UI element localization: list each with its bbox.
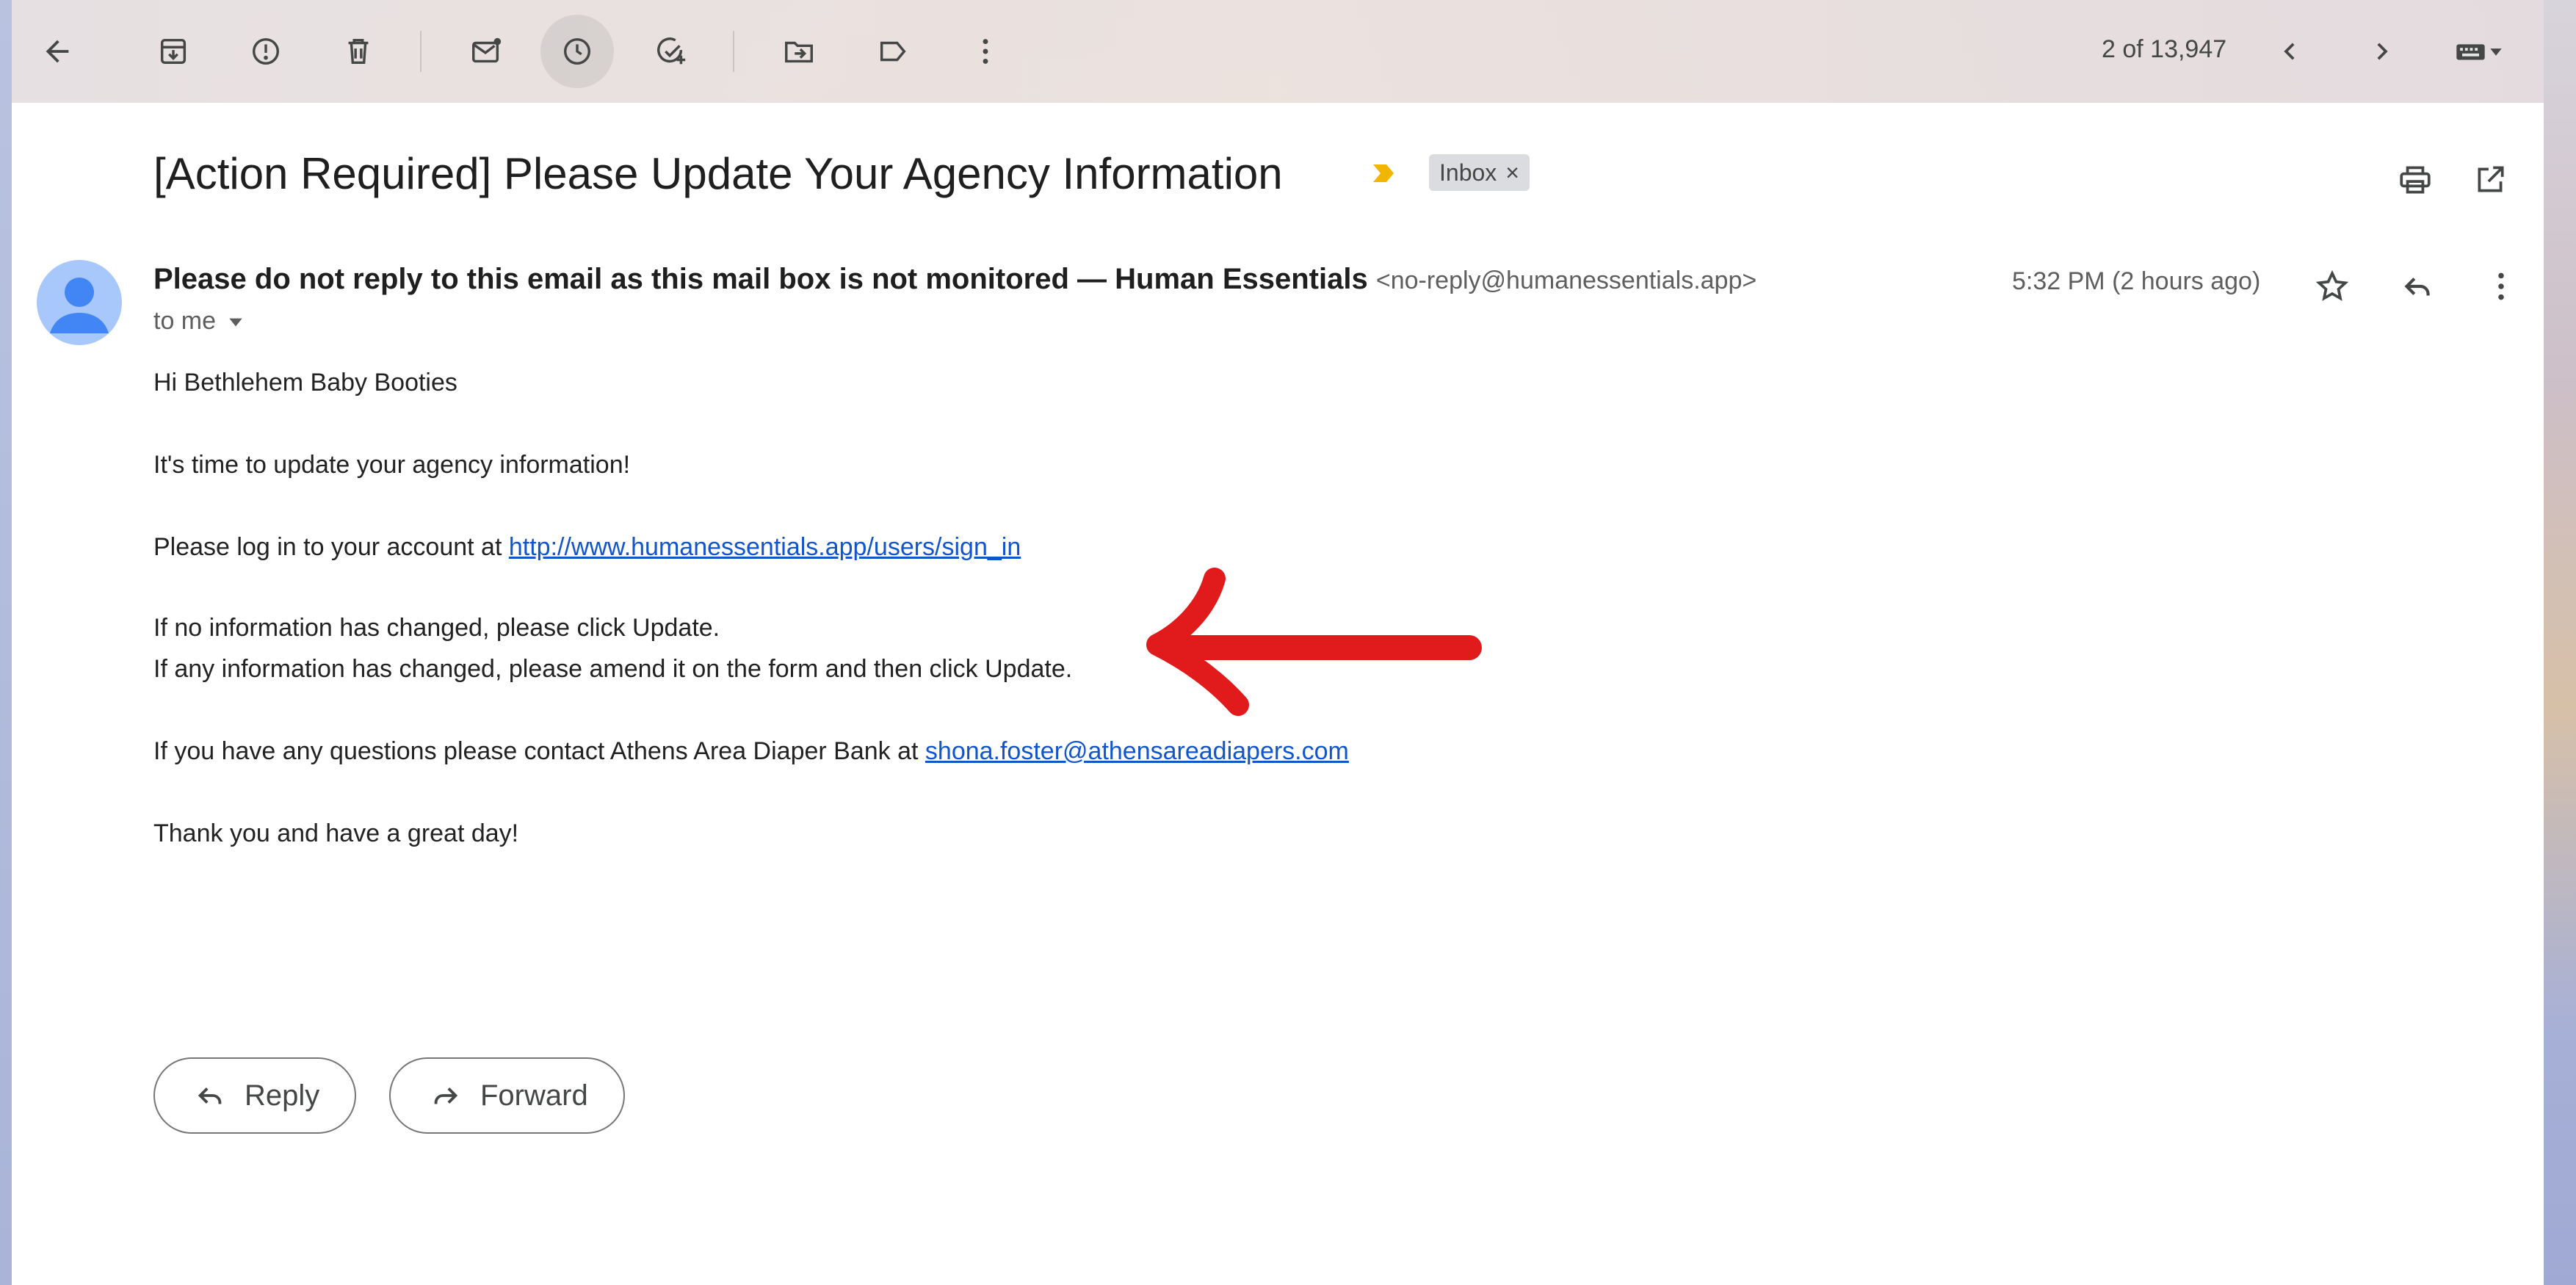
body-text-prefix: If you have any questions please contact… bbox=[153, 737, 925, 765]
reply-action-button[interactable]: Reply bbox=[153, 1057, 357, 1134]
label-text: Inbox bbox=[1439, 159, 1497, 186]
more-vert-icon bbox=[983, 39, 988, 64]
body-login-line: Please log in to your account at http://… bbox=[153, 533, 1021, 562]
input-tools-icon bbox=[2456, 44, 2502, 60]
pager-count: 2 of 13,947 bbox=[2102, 35, 2227, 63]
recipient-details-toggle[interactable]: to me bbox=[153, 307, 245, 336]
sender-avatar bbox=[37, 260, 122, 345]
print-icon bbox=[2400, 166, 2431, 194]
body-text-prefix: Please log in to your account at bbox=[153, 533, 509, 561]
newer-button[interactable] bbox=[2253, 15, 2326, 88]
contact-email-link[interactable]: shona.foster@athensareadiapers.com bbox=[925, 737, 1349, 765]
label-button[interactable] bbox=[856, 15, 930, 88]
red-annotation-arrow bbox=[1146, 568, 1482, 716]
body-line: It's time to update your agency informat… bbox=[153, 451, 631, 479]
archive-icon bbox=[160, 38, 187, 65]
add-to-tasks-button[interactable] bbox=[634, 15, 708, 88]
recipient-text: to me bbox=[153, 307, 217, 335]
chevron-down-icon bbox=[229, 318, 242, 326]
add-to-tasks-icon bbox=[657, 37, 686, 65]
reply-icon bbox=[198, 1087, 222, 1104]
message-more-button[interactable] bbox=[2472, 257, 2530, 316]
snooze-icon bbox=[563, 37, 591, 65]
open-new-window-button[interactable] bbox=[2464, 154, 2516, 206]
toolbar-divider bbox=[733, 31, 734, 72]
reply-button[interactable] bbox=[2388, 257, 2447, 316]
prev-icon bbox=[2284, 43, 2295, 60]
older-button[interactable] bbox=[2345, 15, 2419, 88]
mark-unread-button[interactable] bbox=[449, 15, 523, 88]
forward-icon bbox=[434, 1087, 458, 1104]
sender-email: <no-reply@humanessentials.app> bbox=[1375, 267, 1757, 294]
body-closing: Thank you and have a great day! bbox=[153, 819, 519, 847]
wallpaper-left bbox=[0, 0, 12, 1285]
next-icon bbox=[2377, 43, 2388, 60]
report-spam-icon bbox=[252, 37, 280, 65]
forward-label: Forward bbox=[480, 1079, 588, 1112]
remove-label-button[interactable]: × bbox=[1505, 159, 1519, 187]
move-to-icon bbox=[785, 41, 813, 63]
message-toolbar: 2 of 13,947 bbox=[12, 0, 2544, 103]
timestamp: 5:32 PM (2 hours ago) bbox=[2012, 267, 2261, 295]
inbox-label-chip: Inbox × bbox=[1429, 154, 1530, 191]
wallpaper-right bbox=[2544, 0, 2576, 1285]
body-line: If any information has changed, please a… bbox=[153, 655, 1073, 683]
delete-button[interactable] bbox=[322, 15, 395, 88]
snooze-button[interactable] bbox=[540, 15, 614, 88]
move-to-button[interactable] bbox=[762, 15, 836, 88]
sign-in-link[interactable]: http://www.humanessentials.app/users/sig… bbox=[509, 533, 1021, 561]
delete-icon bbox=[348, 38, 369, 65]
input-tools-button[interactable] bbox=[2435, 15, 2523, 88]
reply-label: Reply bbox=[245, 1079, 320, 1112]
star-button[interactable] bbox=[2303, 257, 2362, 316]
label-icon bbox=[880, 41, 906, 62]
sender-line: Please do not reply to this email as thi… bbox=[153, 263, 1756, 296]
back-button[interactable] bbox=[21, 15, 94, 88]
print-all-button[interactable] bbox=[2389, 154, 2441, 206]
importance-marker-icon[interactable] bbox=[1369, 159, 1398, 188]
mark-unread-icon bbox=[472, 37, 502, 63]
more-vert-icon bbox=[2498, 272, 2504, 300]
sender-name[interactable]: Please do not reply to this email as thi… bbox=[153, 263, 1368, 295]
archive-button[interactable] bbox=[137, 15, 210, 88]
toolbar-divider bbox=[420, 31, 422, 72]
star-icon bbox=[2315, 269, 2349, 301]
report-spam-button[interactable] bbox=[229, 15, 303, 88]
back-icon bbox=[46, 40, 69, 63]
email-subject: [Action Required] Please Update Your Age… bbox=[153, 149, 1283, 198]
body-greeting: Hi Bethlehem Baby Booties bbox=[153, 369, 457, 397]
forward-action-button[interactable]: Forward bbox=[389, 1057, 625, 1134]
open-in-new-icon bbox=[2478, 166, 2504, 192]
more-options-button[interactable] bbox=[949, 15, 1022, 88]
body-contact-line: If you have any questions please contact… bbox=[153, 737, 1349, 766]
body-line: If no information has changed, please cl… bbox=[153, 614, 720, 642]
person-icon bbox=[37, 260, 122, 345]
reply-icon bbox=[2404, 278, 2430, 296]
message-view: [Action Required] Please Update Your Age… bbox=[12, 103, 2544, 1285]
